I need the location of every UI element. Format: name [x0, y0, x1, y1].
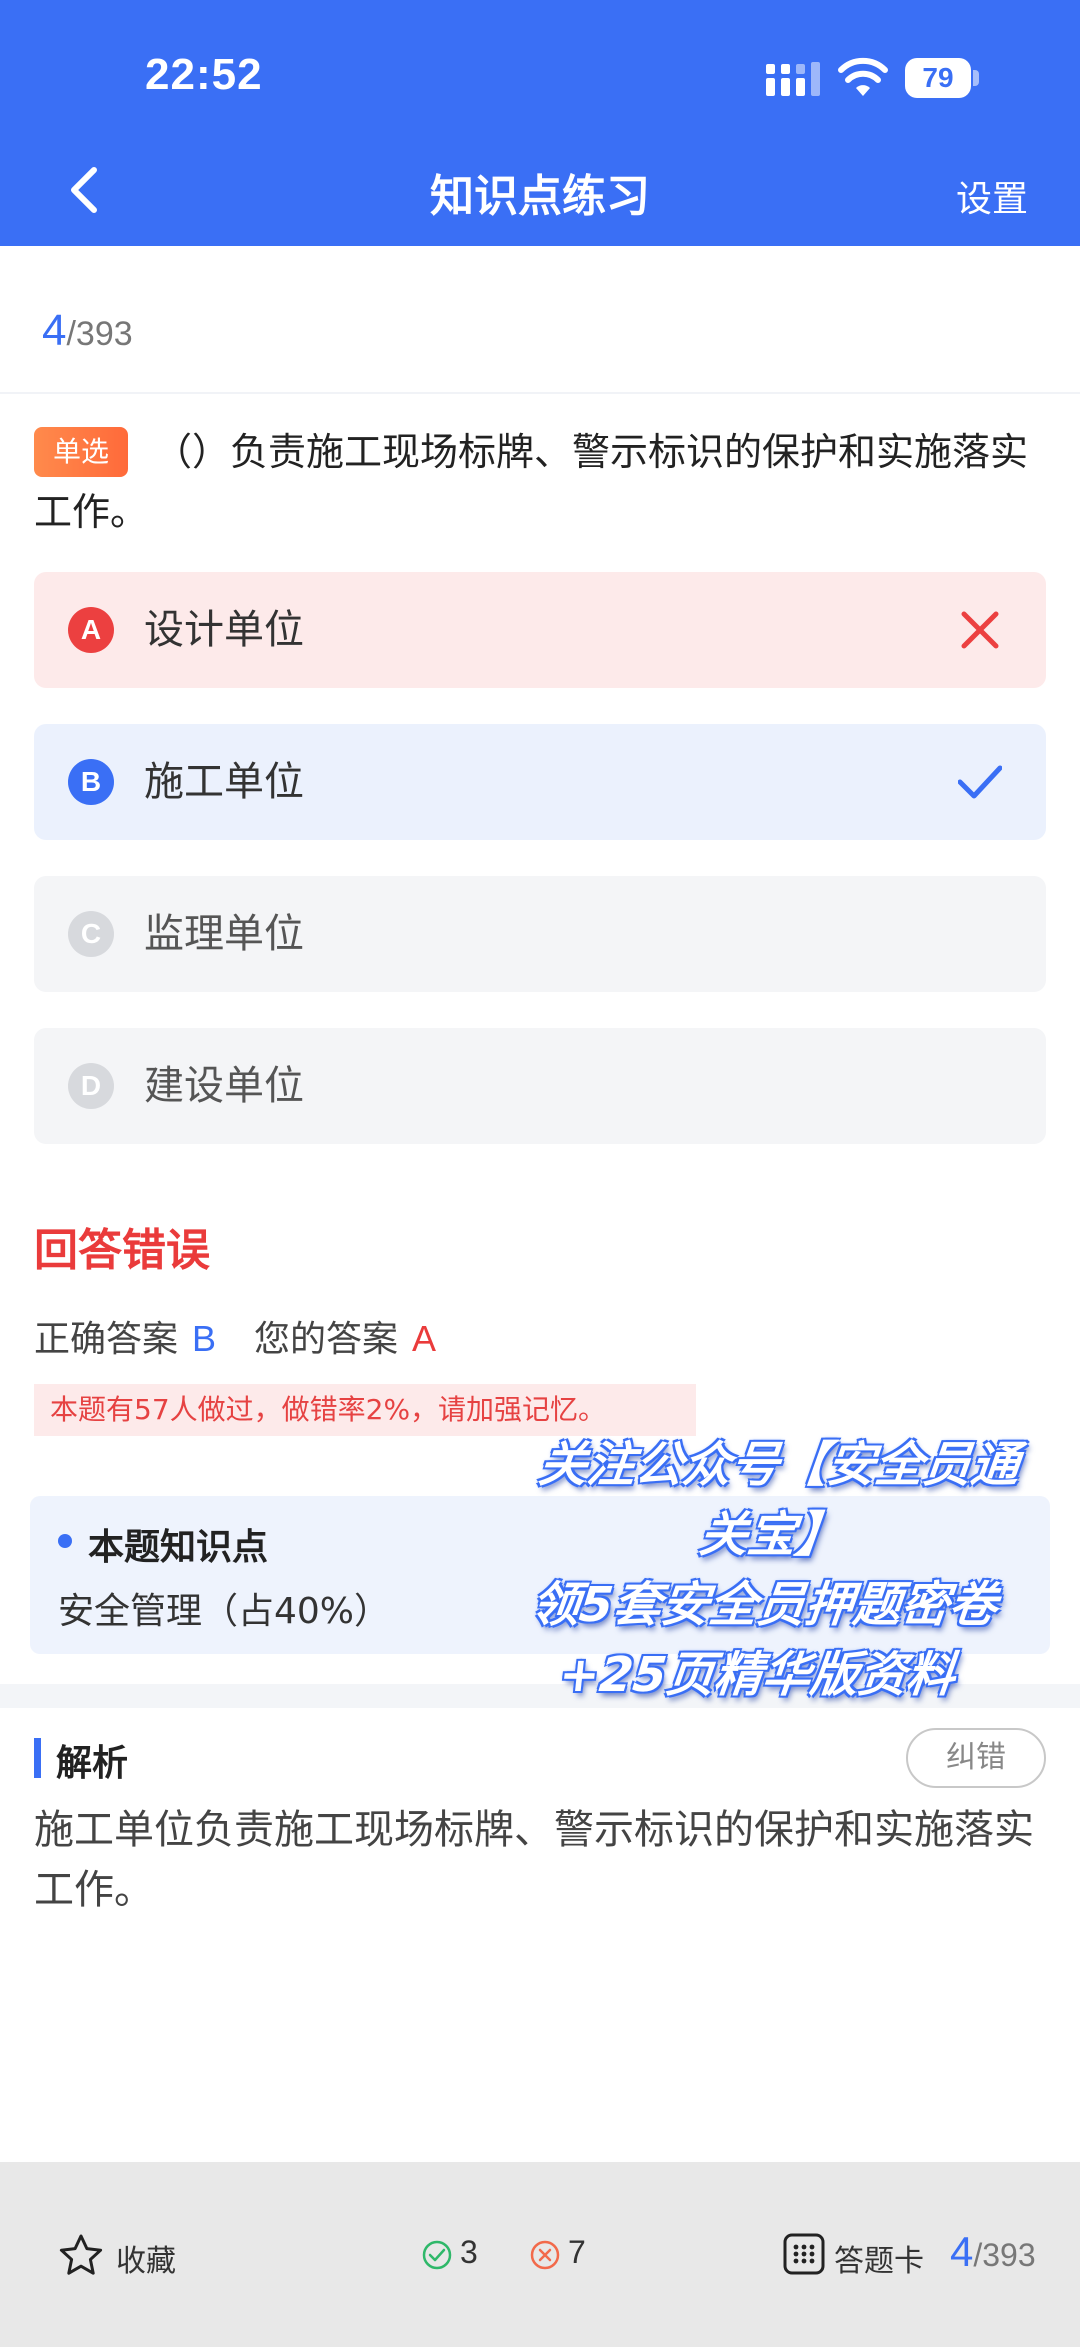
promo-overlay: 关注公众号【安全员通 关宝】 领5套安全员押题密卷 +25页精华版资料: [473, 1430, 1062, 1710]
correct-answer-value: B: [192, 1318, 217, 1359]
section-accent-bar: [34, 1738, 41, 1778]
option-a[interactable]: A 设计单位: [34, 572, 1046, 688]
settings-button[interactable]: 设置: [956, 170, 1028, 222]
favorite-button[interactable]: 收藏: [116, 2236, 176, 2280]
option-letter: A: [68, 607, 114, 653]
correct-circle-icon: [422, 2240, 452, 2270]
option-c[interactable]: C 监理单位: [34, 876, 1046, 992]
bottom-progress-total: /393: [973, 2237, 1036, 2273]
correct-count: 3: [460, 2234, 478, 2270]
bottom-progress: 4/393: [950, 2228, 1036, 2276]
wrong-cross-icon: [961, 611, 999, 649]
progress-total: /393: [66, 315, 133, 353]
option-d[interactable]: D 建设单位: [34, 1028, 1046, 1144]
report-error-button[interactable]: 纠错: [906, 1728, 1046, 1788]
option-letter: B: [68, 759, 114, 805]
wrong-circle-icon: [530, 2240, 560, 2270]
status-time: 22:52: [145, 50, 263, 99]
promo-line: 关注公众号【安全员通: [536, 1437, 1022, 1493]
result-title: 回答错误: [34, 1225, 210, 1276]
knowledge-point-title: 本题知识点: [88, 1527, 269, 1568]
answer-card-button[interactable]: 答题卡: [834, 2236, 924, 2280]
option-b[interactable]: B 施工单位: [34, 724, 1046, 840]
promo-line: 领5套安全员押题密卷: [528, 1577, 1000, 1633]
divider: [0, 392, 1080, 394]
star-icon[interactable]: [58, 2233, 104, 2279]
progress-current: 4: [42, 306, 67, 355]
question-type-badge: 单选: [34, 427, 128, 477]
option-text: 施工单位: [144, 759, 304, 805]
battery-percent: 79: [922, 62, 954, 93]
correct-answer-label: 正确答案: [34, 1319, 179, 1360]
page-title: 知识点练习: [430, 171, 650, 222]
top-header: 22:52 79 知识点练习 设置: [0, 0, 1080, 246]
option-letter: C: [68, 911, 114, 957]
bottom-progress-current: 4: [950, 2228, 974, 2275]
wrong-count: 7: [568, 2234, 586, 2270]
option-letter: D: [68, 1063, 114, 1109]
error-rate-tip: 本题有57人做过，做错率2%，请加强记忆。: [34, 1384, 696, 1436]
your-answer-label: 您的答案: [254, 1319, 399, 1360]
bullet-dot-icon: [58, 1534, 72, 1548]
option-text: 建设单位: [144, 1063, 304, 1109]
your-answer-value: A: [412, 1318, 437, 1359]
answer-summary: 正确答案 B 您的答案 A: [34, 1310, 436, 1362]
question-text: （）负责施工现场标牌、警示标识的保护和实施落实工作。: [34, 430, 1029, 534]
cellular-signal-icon: [766, 62, 820, 96]
analysis-text: 施工单位负责施工现场标牌、警示标识的保护和实施落实工作。: [34, 1807, 1034, 1913]
battery-icon: 79: [905, 58, 979, 98]
option-text: 设计单位: [144, 607, 304, 653]
answer-card-grid-icon[interactable]: [782, 2232, 826, 2276]
option-text: 监理单位: [144, 911, 304, 957]
correct-check-icon: [958, 765, 1002, 799]
knowledge-point-value: 安全管理（占40%）: [58, 1591, 391, 1632]
promo-line: +25页精华版资料: [556, 1647, 958, 1703]
question-stem: 单选 （）负责施工现场标牌、警示标识的保护和实施落实工作。: [34, 422, 1044, 542]
wifi-icon: [838, 57, 888, 96]
analysis-title: 解析: [56, 1743, 129, 1784]
promo-line: 关宝】: [696, 1507, 847, 1563]
question-progress: 4/393: [42, 306, 133, 356]
